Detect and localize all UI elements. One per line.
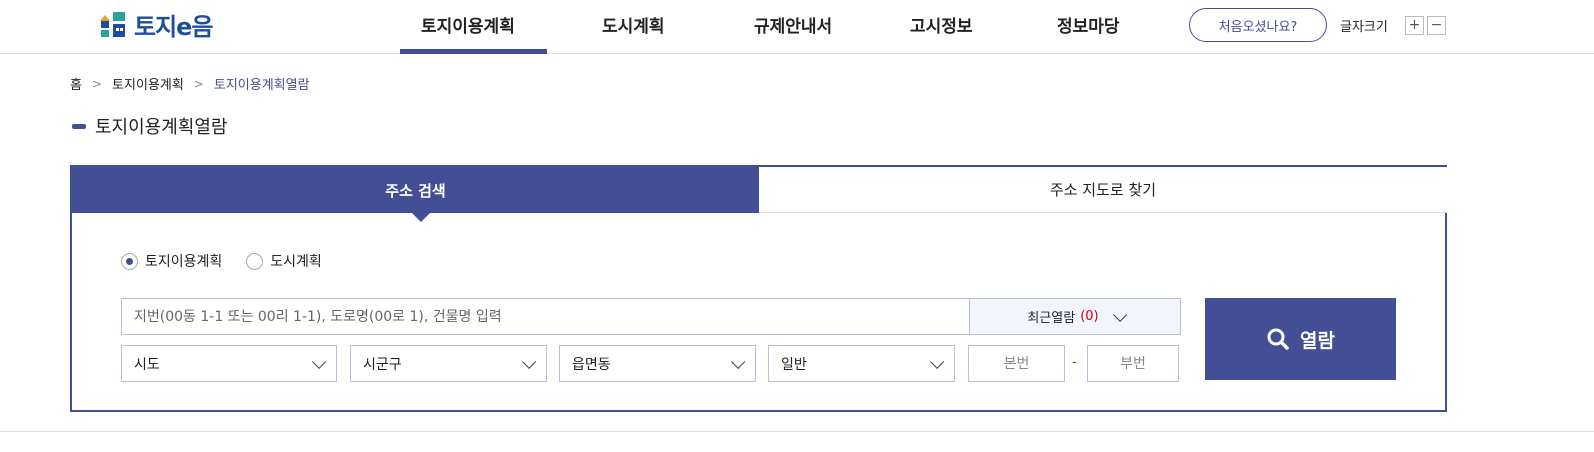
- lot-type-select[interactable]: 일반: [768, 345, 955, 382]
- tab-address-search-label: 주소 검색: [385, 181, 446, 200]
- chevron-down-icon: [731, 354, 746, 369]
- radio-unchecked-icon[interactable]: [246, 252, 264, 270]
- chevron-down-icon: [522, 354, 537, 369]
- chevron-down-icon: [1112, 307, 1127, 322]
- eupmyeondong-select[interactable]: 읍면동: [559, 345, 756, 382]
- nav-land-use-plan[interactable]: 토지이용계획: [421, 12, 515, 37]
- breadcrumb-land-use-plan[interactable]: 토지이용계획: [112, 74, 184, 93]
- font-increase-button[interactable]: +: [1405, 16, 1424, 35]
- font-decrease-button[interactable]: −: [1427, 16, 1446, 35]
- title-bullet-icon: [72, 123, 86, 129]
- search-panel: 주소 검색 주소 지도로 찾기 토지이용계획 도시계획 최근열람 (0) 시도 …: [70, 165, 1447, 412]
- logo-icon: [98, 9, 128, 39]
- sido-select-value: 시도: [134, 356, 160, 373]
- main-number-input[interactable]: [968, 345, 1065, 382]
- active-tab-caret-icon: [412, 213, 430, 222]
- breadcrumb: 홈 > 토지이용계획 > 토지이용계획열람: [70, 74, 310, 94]
- nav-urban-plan[interactable]: 도시계획: [602, 12, 665, 37]
- tab-address-search[interactable]: 주소 검색: [72, 167, 759, 222]
- radio-land-use-plan[interactable]: 토지이용계획: [121, 251, 222, 271]
- recent-views-count: (0): [1080, 309, 1099, 324]
- sigungu-select[interactable]: 시군구: [350, 345, 547, 382]
- radio-urban-plan[interactable]: 도시계획: [246, 251, 322, 271]
- view-button[interactable]: 열람: [1205, 298, 1396, 380]
- site-header: 토지e음 토지이용계획 도시계획 규제안내서 고시정보 정보마당 처음오셨나요?…: [0, 0, 1594, 54]
- first-visit-button[interactable]: 처음오셨나요?: [1189, 8, 1327, 42]
- radio-checked-icon[interactable]: [121, 252, 138, 270]
- nav-info-plaza[interactable]: 정보마당: [1057, 12, 1120, 37]
- address-search-input[interactable]: [121, 298, 970, 335]
- tab-map-search-label: 주소 지도로 찾기: [1049, 181, 1157, 199]
- breadcrumb-home[interactable]: 홈: [70, 74, 82, 93]
- recent-views-dropdown[interactable]: 최근열람 (0): [969, 298, 1181, 335]
- sido-select[interactable]: 시도: [121, 345, 337, 382]
- tab-map-search[interactable]: 주소 지도로 찾기: [759, 167, 1447, 213]
- number-separator: -: [1072, 355, 1077, 370]
- site-logo[interactable]: 토지e음: [98, 9, 214, 41]
- sub-number-input[interactable]: [1087, 345, 1179, 382]
- page-title-text: 토지이용계획열람: [95, 117, 228, 138]
- chevron-right-icon: >: [91, 76, 103, 91]
- logo-text: 토지e음: [134, 12, 214, 41]
- nav-notice-info[interactable]: 고시정보: [910, 12, 973, 37]
- view-button-label: 열람: [1300, 329, 1335, 352]
- nav-regulation-guide[interactable]: 규제안내서: [754, 12, 832, 37]
- plan-type-radio-group: 토지이용계획 도시계획: [121, 251, 346, 271]
- chevron-down-icon: [930, 354, 945, 369]
- chevron-right-icon: >: [193, 76, 204, 91]
- chevron-down-icon: [312, 354, 327, 369]
- section-divider: [0, 431, 1594, 432]
- radio-land-use-plan-label: 토지이용계획: [145, 254, 223, 270]
- font-size-label: 글자크기: [1340, 20, 1388, 35]
- page-title: 토지이용계획열람: [72, 113, 227, 139]
- recent-views-label: 최근열람: [1027, 311, 1076, 326]
- search-icon: [1267, 328, 1289, 350]
- nav-active-indicator: [400, 49, 547, 54]
- sigungu-select-value: 시군구: [363, 356, 402, 373]
- radio-urban-plan-label: 도시계획: [270, 254, 322, 270]
- lot-type-select-value: 일반: [781, 356, 807, 373]
- eupmyeondong-select-value: 읍면동: [572, 356, 611, 373]
- breadcrumb-current: 토지이용계획열람: [213, 78, 310, 93]
